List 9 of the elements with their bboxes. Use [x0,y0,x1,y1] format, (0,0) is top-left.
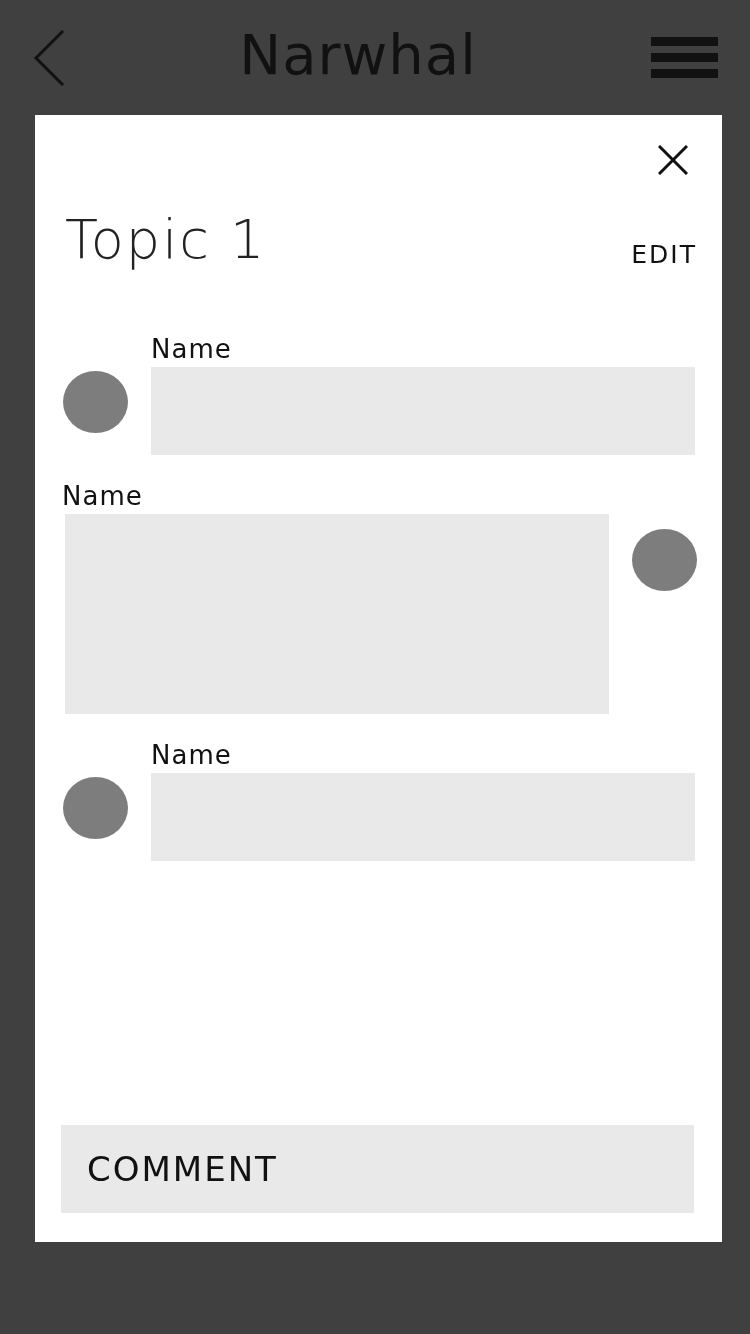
author-name: Name [62,480,144,513]
comment-field[interactable]: COMMENT [61,1125,694,1213]
topic-title: Topic 1 [65,209,267,271]
author-name: Name [151,739,233,772]
menu-icon[interactable] [651,37,718,78]
back-icon[interactable] [33,29,65,86]
close-icon[interactable] [658,145,688,175]
author-name: Name [151,333,233,366]
edit-button[interactable]: EDIT [631,240,697,269]
